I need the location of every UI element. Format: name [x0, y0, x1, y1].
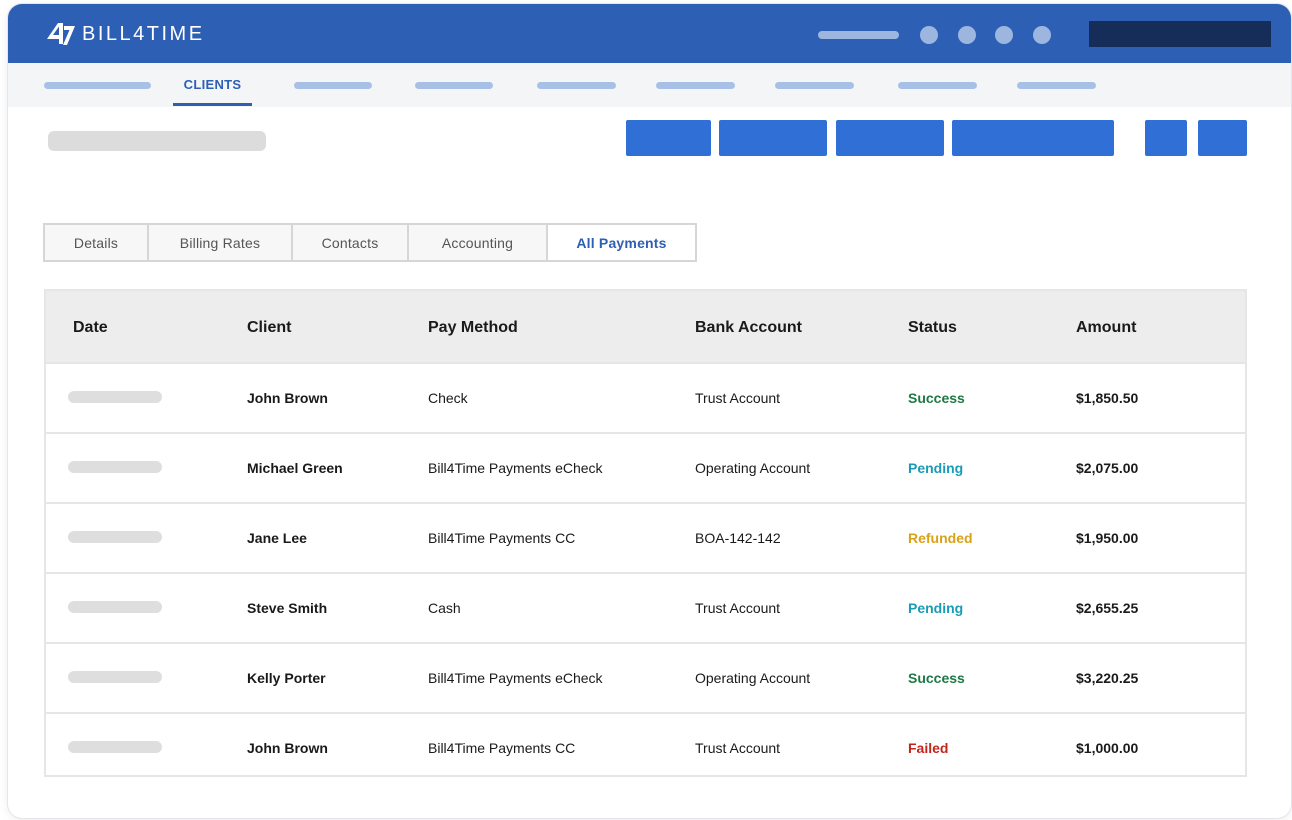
client-tabs: Details Billing Rates Contacts Accountin…: [43, 223, 697, 262]
bank-account-cell: Operating Account: [695, 460, 811, 476]
header-icon-3[interactable]: [995, 26, 1013, 44]
column-header-bank-account[interactable]: Bank Account: [695, 291, 802, 364]
nav-item-placeholder[interactable]: [537, 82, 616, 89]
pay-method-cell: Bill4Time Payments eCheck: [428, 460, 603, 476]
column-header-amount[interactable]: Amount: [1076, 291, 1136, 364]
amount-cell: $1,850.50: [1076, 390, 1139, 406]
status-cell: Refunded: [908, 530, 973, 546]
app-window: BILL4TIME CLIENTS Details Billing Rates …: [8, 4, 1291, 818]
amount-cell: $1,000.00: [1076, 740, 1139, 756]
nav-item-placeholder[interactable]: [898, 82, 977, 89]
action-button-2[interactable]: [719, 120, 827, 156]
client-cell: John Brown: [247, 390, 328, 406]
page-title-placeholder: [48, 131, 266, 151]
column-header-status[interactable]: Status: [908, 291, 957, 364]
amount-cell: $2,655.25: [1076, 600, 1139, 616]
client-cell: Michael Green: [247, 460, 343, 476]
action-button-3[interactable]: [836, 120, 944, 156]
action-button-4[interactable]: [952, 120, 1114, 156]
nav-item-placeholder[interactable]: [415, 82, 493, 89]
nav-item-placeholder[interactable]: [294, 82, 372, 89]
bill4time-logo-icon: [47, 23, 75, 45]
bank-account-cell: Trust Account: [695, 740, 781, 756]
bank-account-cell: Trust Account: [695, 600, 781, 616]
top-header: BILL4TIME: [8, 4, 1291, 63]
table-row[interactable]: Michael Green Bill4Time Payments eCheck Op…: [46, 432, 1245, 502]
amount-cell: $1,950.00: [1076, 530, 1139, 546]
column-header-client[interactable]: Client: [247, 291, 291, 364]
status-cell: Pending: [908, 600, 964, 616]
date-placeholder: [68, 531, 162, 543]
pay-method-cell: Cash: [428, 600, 461, 616]
table-row[interactable]: Jane Lee Bill4Time Payments CC BOA-142-142…: [46, 502, 1245, 572]
tab-details[interactable]: Details: [45, 225, 149, 260]
tab-all-payments[interactable]: All Payments: [548, 225, 695, 260]
nav-item-placeholder[interactable]: [44, 82, 151, 89]
pay-method-cell: Check: [428, 390, 468, 406]
date-placeholder: [68, 601, 162, 613]
tab-contacts[interactable]: Contacts: [293, 225, 409, 260]
status-cell: Failed: [908, 740, 949, 756]
header-icon-2[interactable]: [958, 26, 976, 44]
column-header-date[interactable]: Date: [73, 291, 108, 364]
amount-cell: $3,220.25: [1076, 670, 1139, 686]
client-cell: Jane Lee: [247, 530, 307, 546]
table-row[interactable]: John Brown Bill4Time Payments CC Trust Acc…: [46, 712, 1245, 782]
tab-billing-rates[interactable]: Billing Rates: [149, 225, 293, 260]
status-cell: Success: [908, 390, 965, 406]
status-cell: Pending: [908, 460, 964, 476]
pay-method-cell: Bill4Time Payments CC: [428, 530, 576, 546]
client-cell: Kelly Porter: [247, 670, 326, 686]
payments-table: Date Client Pay Method Bank Account Stat…: [44, 289, 1247, 777]
table-header: Date Client Pay Method Bank Account Stat…: [46, 291, 1245, 364]
brand-logo[interactable]: BILL4TIME: [46, 22, 205, 46]
nav-active-indicator: [173, 103, 252, 106]
header-menu-placeholder[interactable]: [818, 31, 899, 39]
table-row[interactable]: Steve Smith Cash Trust Account Pending $2,65…: [46, 572, 1245, 642]
tab-accounting[interactable]: Accounting: [409, 225, 548, 260]
date-placeholder: [68, 391, 162, 403]
client-cell: Steve Smith: [247, 600, 328, 616]
client-cell: John Brown: [247, 740, 328, 756]
date-placeholder: [68, 741, 162, 753]
header-icon-4[interactable]: [1033, 26, 1051, 44]
nav-item-placeholder[interactable]: [1017, 82, 1096, 89]
table-row[interactable]: John Brown Check Trust Account Success $1,85…: [46, 362, 1245, 432]
nav-item-placeholder[interactable]: [656, 82, 735, 89]
status-cell: Success: [908, 670, 965, 686]
bank-account-cell: Operating Account: [695, 670, 811, 686]
pay-method-cell: Bill4Time Payments CC: [428, 740, 576, 756]
bank-account-cell: Trust Account: [695, 390, 781, 406]
action-icon-button-1[interactable]: [1145, 120, 1187, 156]
action-icon-button-2[interactable]: [1198, 120, 1247, 156]
date-placeholder: [68, 461, 162, 473]
date-placeholder: [68, 671, 162, 683]
header-search-box[interactable]: [1089, 21, 1271, 47]
amount-cell: $2,075.00: [1076, 460, 1139, 476]
brand-name: BILL4TIME: [82, 23, 205, 45]
nav-item-clients-label: CLIENTS: [183, 77, 242, 92]
action-button-1[interactable]: [626, 120, 711, 156]
table-row[interactable]: Kelly Porter Bill4Time Payments eCheck Ope…: [46, 642, 1245, 712]
header-icon-1[interactable]: [920, 26, 938, 44]
bank-account-cell: BOA-142-142: [695, 530, 781, 546]
pay-method-cell: Bill4Time Payments eCheck: [428, 670, 603, 686]
nav-item-placeholder[interactable]: [775, 82, 854, 89]
column-header-pay-method[interactable]: Pay Method: [428, 291, 518, 364]
